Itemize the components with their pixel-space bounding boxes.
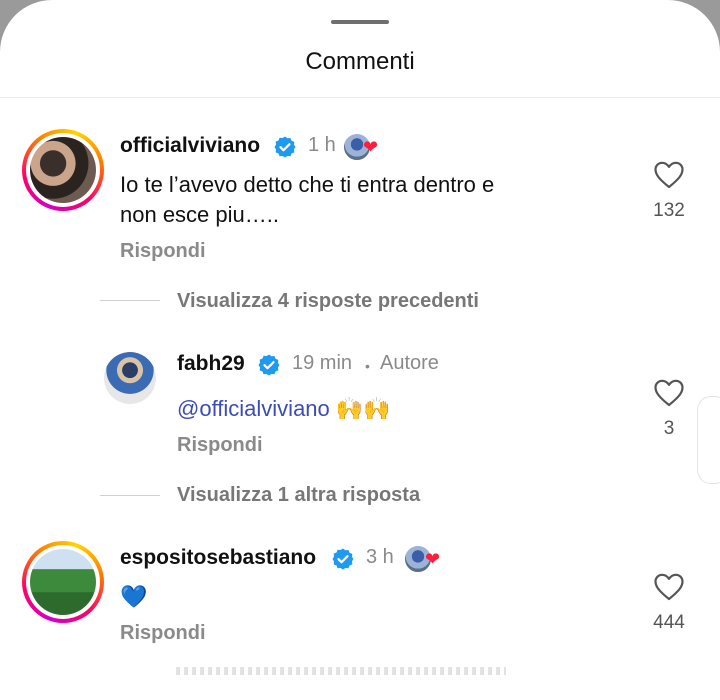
avatar[interactable] (22, 541, 104, 623)
drag-handle[interactable] (331, 20, 389, 24)
author-badge: Autore (380, 352, 439, 374)
red-heart-icon: ❤ (425, 549, 441, 569)
avatar[interactable] (104, 352, 156, 404)
view-previous-replies-link[interactable]: Visualizza 4 risposte precedenti (177, 290, 479, 313)
thread-line (100, 300, 160, 301)
emoji: 🙌🙌 (335, 396, 391, 421)
mention-link[interactable]: @officialviviano (177, 396, 330, 421)
verified-badge-icon (332, 548, 354, 570)
view-more-replies-link[interactable]: Visualizza 1 altra risposta (177, 484, 420, 507)
heart-outline-icon[interactable] (653, 378, 685, 408)
like-count: 132 (653, 200, 685, 221)
reply-button[interactable]: Rispondi (120, 622, 206, 645)
thread-line (100, 495, 160, 496)
sheet-title: Commenti (305, 48, 415, 75)
heart-outline-icon[interactable] (653, 572, 685, 602)
verified-badge-icon (258, 354, 280, 376)
comment-emoji: 💙 (120, 584, 148, 609)
title-divider (0, 97, 720, 98)
comment-time: 19 min (292, 352, 353, 374)
comment-text-line: Io te l’avevo detto che ti entra dentro … (120, 172, 495, 197)
comment-text-line: non esce piu….. (120, 202, 279, 227)
reply-text: @officialviviano 🙌🙌 (177, 394, 391, 424)
avatar-photo (30, 137, 96, 203)
side-scroll-handle[interactable] (697, 396, 720, 484)
red-heart-icon: ❤ (363, 137, 379, 157)
avatar-photo (30, 549, 96, 615)
reply-button[interactable]: Rispondi (177, 434, 263, 457)
heart-outline-icon[interactable] (653, 160, 685, 190)
meta-separator: • (365, 358, 370, 374)
verified-badge-icon (274, 136, 296, 158)
like-count: 3 (663, 418, 675, 439)
like-count: 444 (653, 612, 685, 633)
avatar[interactable] (22, 129, 104, 211)
comment-time: 3 h (366, 546, 394, 568)
comment-time: 1 h (308, 134, 336, 156)
reply-button[interactable]: Rispondi (120, 240, 206, 263)
comment-username[interactable]: officialviviano (120, 134, 260, 158)
comment-username[interactable]: espositosebastiano (120, 546, 316, 570)
comments-sheet: Commenti officialviviano 1 h ❤ Io te l’a… (0, 0, 720, 700)
comment-username[interactable]: fabh29 (177, 352, 245, 376)
